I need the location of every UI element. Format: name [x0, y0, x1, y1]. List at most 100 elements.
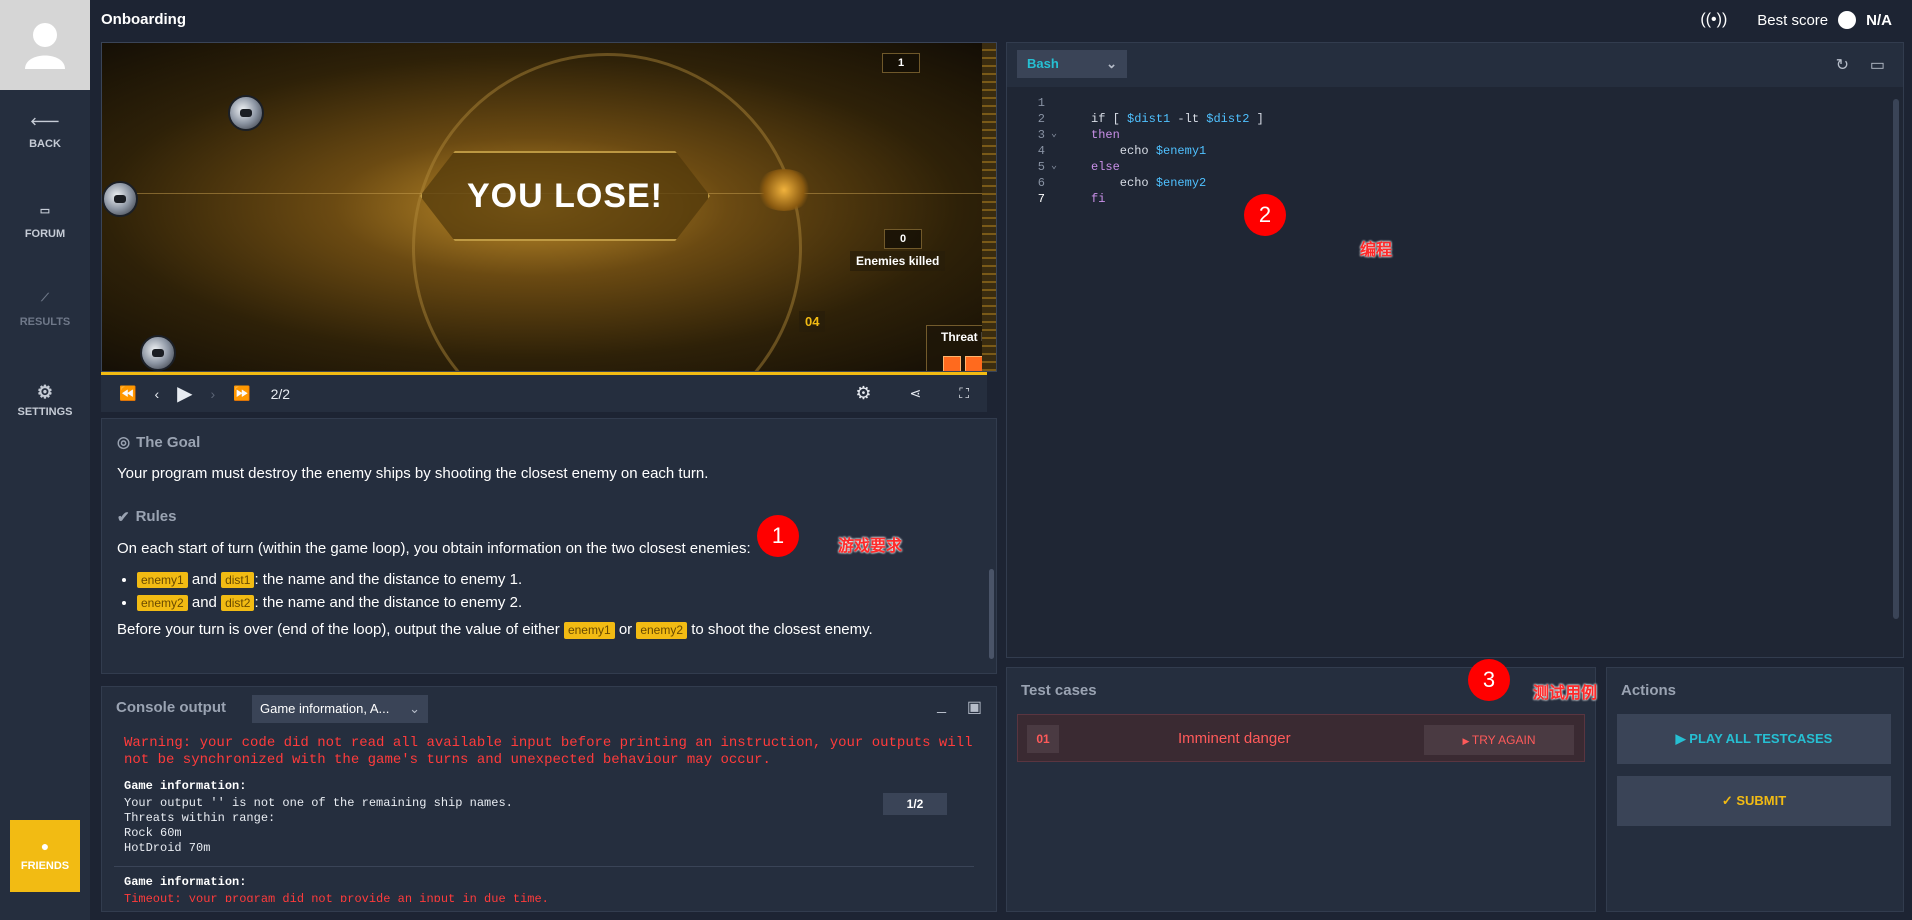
play-icon: ▶: [1675, 731, 1690, 746]
rules-outro: Before your turn is over (end of the loo…: [117, 621, 981, 640]
replay-controls: ⏪ ‹ ▶ › ⏩ 2/2 ⚙ ⋖ ⛶: [101, 372, 987, 412]
target-icon: ◎: [117, 434, 131, 451]
sidebar-item-forum[interactable]: ▭ FORUM: [0, 204, 90, 240]
enemy-ship: [140, 335, 176, 371]
top-bar: Onboarding ((•)) Best score N/A: [90, 0, 1912, 42]
maximize-icon[interactable]: ▭: [1870, 55, 1885, 75]
code-tag: dist2: [221, 594, 255, 611]
enemy-ship: [102, 181, 138, 217]
play-all-label: PLAY ALL TESTCASES: [1689, 731, 1833, 746]
fast-forward-icon[interactable]: ⏩: [233, 385, 250, 402]
try-again-button[interactable]: ▶ TRY AGAIN: [1424, 725, 1574, 755]
line-number: 3: [1037, 128, 1045, 142]
console-filter-select[interactable]: Game information, A... ⌄: [252, 695, 428, 723]
console-line: HotDroid 70m: [124, 841, 211, 855]
code-text: echo $enemy2: [1091, 176, 1207, 190]
broadcast-icon[interactable]: ((•)): [1700, 11, 1727, 29]
step-back-icon[interactable]: ‹: [154, 386, 159, 402]
check-icon: ✔: [117, 508, 130, 526]
sidebar-item-settings[interactable]: ⚙ SETTINGS: [0, 382, 90, 418]
line-number: 7: [1037, 192, 1045, 206]
avatar[interactable]: [0, 0, 90, 90]
try-again-label: TRY AGAIN: [1471, 733, 1536, 747]
user-icon: [25, 23, 65, 69]
annotation-marker: 2: [1244, 194, 1286, 236]
code-line[interactable]: 4 echo $enemy1: [1007, 143, 1891, 159]
line-number: 2: [1037, 112, 1045, 126]
console-warning: Warning: your code did not read all avai…: [124, 735, 973, 768]
code-line[interactable]: 2 if [ $dist1 -lt $dist2 ]: [1007, 111, 1891, 127]
lose-text: YOU LOSE!: [466, 176, 664, 215]
rewind-icon[interactable]: ⏪: [119, 385, 136, 402]
testcase-row[interactable]: 01 Imminent danger ▶ TRY AGAIN: [1017, 714, 1585, 762]
page-title: Onboarding: [101, 11, 186, 28]
frame-badge[interactable]: 1/2: [883, 793, 947, 815]
line-number: 6: [1037, 176, 1045, 190]
sidebar-item-label: RESULTS: [19, 316, 71, 328]
user-icon: ●: [40, 838, 50, 854]
game-viewer[interactable]: YOU LOSE! 1 0 Enemies killed 04 Threat l…: [101, 42, 997, 372]
conjunction: or: [618, 620, 633, 638]
code-area[interactable]: 1 2 if [ $dist1 -lt $dist2 ] 3 ⌄ then 4 echo $…: [1007, 87, 1891, 207]
game-scroll-rail: [982, 43, 996, 371]
score-icon: [1838, 11, 1857, 29]
editor-header: Bash ⌄ ↻ ▭: [1007, 43, 1903, 87]
share-icon[interactable]: ⋖: [909, 385, 921, 402]
code-text: if [ $dist1 -lt $dist2 ]: [1091, 112, 1264, 126]
gear-icon: ⚙: [36, 382, 54, 402]
statement-scrollbar[interactable]: [989, 569, 994, 659]
goal-heading: ◎ The Goal: [117, 433, 981, 452]
enemies-in-zone-count: 1: [882, 53, 920, 73]
step-forward-icon[interactable]: ›: [211, 386, 216, 402]
play-icon: ▶: [1462, 736, 1472, 746]
annotation-marker: 3: [1468, 659, 1510, 701]
code-text: else: [1091, 160, 1120, 174]
outro-text: Before your turn is over (end of the loo…: [117, 620, 560, 638]
fold-chevron-icon[interactable]: ⌄: [1051, 127, 1057, 143]
console-line: Timeout: your program did not provide an…: [124, 892, 549, 902]
code-editor[interactable]: Bash ⌄ ↻ ▭ 1 2 if [ $dist1 -lt $dist2 ] 3 ⌄ t…: [1006, 42, 1904, 658]
submit-button[interactable]: ✓ SUBMIT: [1617, 776, 1891, 826]
fold-chevron-icon[interactable]: ⌄: [1051, 159, 1057, 175]
minimize-icon[interactable]: _: [937, 697, 946, 715]
line-number: 5: [1037, 160, 1045, 174]
code-line[interactable]: 1: [1007, 95, 1891, 111]
editor-scrollbar[interactable]: [1893, 99, 1899, 619]
play-icon[interactable]: ▶: [177, 381, 192, 406]
rule-text: : the name and the distance to enemy 1.: [254, 570, 523, 588]
forum-icon: ▭: [39, 205, 51, 217]
chart-line-icon: ⟋: [41, 292, 49, 304]
testcases-title: Test cases: [1021, 682, 1097, 699]
sidebar-item-label: SETTINGS: [17, 406, 73, 418]
console-line: Rock 60m: [124, 826, 182, 840]
testcases-panel: Test cases 01 Imminent danger ▶ TRY AGAI…: [1006, 667, 1596, 912]
code-line[interactable]: 6 echo $enemy2: [1007, 175, 1891, 191]
reset-icon[interactable]: ↻: [1836, 55, 1849, 75]
sidebar-item-back[interactable]: 🡐 BACK: [0, 114, 90, 150]
fullscreen-icon[interactable]: ⛶: [959, 385, 969, 402]
code-line[interactable]: 7 fi: [1007, 191, 1891, 207]
line-number: 1: [1037, 96, 1045, 110]
rules-title: Rules: [135, 508, 177, 526]
maximize-icon[interactable]: ▣: [967, 697, 982, 717]
console-panel: Console output Game information, A... ⌄ …: [101, 686, 997, 912]
goal-text: Your program must destroy the enemy ship…: [117, 465, 709, 482]
console-block-title: Game information:: [124, 779, 247, 793]
best-score-label: Best score: [1757, 11, 1829, 29]
actions-panel: Actions ▶ PLAY ALL TESTCASES ✓ SUBMIT: [1606, 667, 1904, 912]
list-item: enemy2 and dist2: the name and the dista…: [137, 594, 981, 611]
annotation-marker: 1: [757, 515, 799, 557]
annotation-note: 编程: [1360, 242, 1393, 259]
enemy-ship: [228, 95, 264, 131]
testcase-number: 01: [1027, 725, 1059, 753]
sidebar-item-label: FORUM: [24, 228, 66, 240]
code-line[interactable]: 3 ⌄ then: [1007, 127, 1891, 143]
list-item: enemy1 and dist1: the name and the dista…: [137, 571, 981, 588]
sidebar-item-results[interactable]: ⟋ RESULTS: [0, 292, 90, 328]
friends-button[interactable]: ● FRIENDS: [10, 820, 80, 892]
language-select[interactable]: Bash ⌄: [1017, 50, 1127, 78]
code-line[interactable]: 5 ⌄ else: [1007, 159, 1891, 175]
code-text: fi: [1091, 192, 1106, 206]
play-all-testcases-button[interactable]: ▶ PLAY ALL TESTCASES: [1617, 714, 1891, 764]
gear-icon[interactable]: ⚙: [855, 383, 871, 404]
